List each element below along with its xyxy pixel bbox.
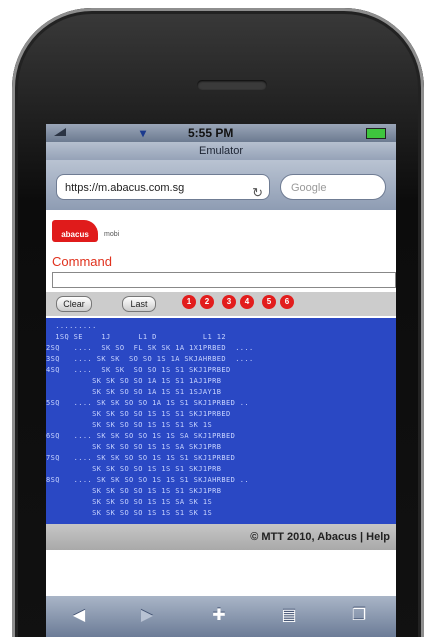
browser-title: Emulator: [46, 142, 396, 160]
terminal-screen[interactable]: ......... 1SQ SE 1J L1 D L1 12 2SQ .... S…: [46, 318, 396, 524]
logo-tagline: mobi: [104, 231, 120, 238]
terminal-line: 1SQ SE 1J L1 D L1 12: [46, 333, 226, 341]
terminal-line: 5SQ .... SK SK SO SO 1A 1S S1 SKJ1PRBED …: [46, 399, 250, 407]
address-text: https://m.abacus.com.sg: [65, 182, 185, 194]
terminal-line: SK SK SO SO 1A 1S S1 1SJAY1B: [46, 388, 222, 396]
terminal-line: SK SK SO SO 1S 1S S1 SK 1S: [46, 421, 213, 429]
terminal-line: 4SQ .... SK SK SO SO 1S S1 SKJ1PRBED: [46, 366, 231, 374]
terminal-line: 3SQ .... SK SK SO SO 1S 1A SKJAHRBED ...…: [46, 355, 254, 363]
function-key-3[interactable]: 3: [222, 295, 236, 309]
terminal-line: 2SQ .... SK SO FL SK SK 1A 1X1PRBED ....: [46, 344, 254, 352]
bookmarks-icon[interactable]: ▤: [276, 606, 302, 626]
command-label: Command: [52, 254, 112, 269]
terminal-line: 7SQ .... SK SK SO SO 1S 1S S1 SKJ1PRBED: [46, 454, 236, 462]
browser-toolbar: ◀ ▶ ✚ ▤ ❐: [46, 596, 396, 637]
back-icon[interactable]: ◀: [66, 606, 92, 626]
terminal-line: SK SK SO SO 1S 1S S1 SKJ1PRB: [46, 465, 222, 473]
abacus-logo: abacus: [52, 220, 98, 242]
terminal-line: SK SK SO SO 1S 1S S1 SKJ1PRB: [46, 487, 222, 495]
terminal-line: SK SK SO SO 1A 1S S1 1AJ1PRB: [46, 377, 222, 385]
status-bar: ▾ 5:55 PM: [46, 124, 396, 142]
terminal-line: 8SQ .... SK SK SO SO 1S 1S S1 SKJAHRBED …: [46, 476, 250, 484]
battery-icon: [366, 128, 386, 139]
phone-speaker: [197, 80, 267, 90]
clear-button[interactable]: Clear: [56, 296, 92, 312]
browser-url-bar: https://m.abacus.com.sg ↻ Google: [46, 160, 396, 210]
command-input[interactable]: [52, 272, 396, 288]
wifi-icon: ▾: [140, 126, 147, 140]
status-time: 5:55 PM: [188, 126, 234, 140]
web-content: abacus mobi Command Clear Last 1 2 3 4 5…: [46, 210, 396, 580]
search-field[interactable]: Google: [280, 174, 386, 200]
function-key-1[interactable]: 1: [182, 295, 196, 309]
terminal-line: SK SK SO SO 1S 1S S1 SKJ1PRBED: [46, 410, 231, 418]
add-bookmark-icon[interactable]: ✚: [206, 606, 232, 626]
terminal-line: SK SK SO SO 1S 1S S1 SK 1S: [46, 509, 213, 517]
terminal-line: SK SK SO SO 1S 1S SA SKJ1PRB: [46, 443, 222, 451]
forward-icon[interactable]: ▶: [134, 606, 160, 626]
function-key-4[interactable]: 4: [240, 295, 254, 309]
terminal-line: .........: [46, 322, 97, 330]
phone-screen: ▾ 5:55 PM Emulator https://m.abacus.com.…: [46, 124, 396, 637]
function-key-6[interactable]: 6: [280, 295, 294, 309]
signal-icon: [54, 128, 66, 136]
button-bar: Clear Last 1 2 3 4 5 6: [46, 292, 396, 316]
address-field[interactable]: https://m.abacus.com.sg ↻: [56, 174, 270, 200]
last-button[interactable]: Last: [122, 296, 156, 312]
page-footer: © MTT 2010, Abacus | Help: [46, 524, 396, 550]
pages-icon[interactable]: ❐: [346, 606, 372, 626]
reload-icon[interactable]: ↻: [252, 180, 263, 206]
function-key-2[interactable]: 2: [200, 295, 214, 309]
terminal-line: 6SQ .... SK SK SO SO 1S 1S SA SKJ1PRBED: [46, 432, 236, 440]
function-key-5[interactable]: 5: [262, 295, 276, 309]
terminal-line: SK SK SO SO 1S 1S SA SK 1S: [46, 498, 213, 506]
